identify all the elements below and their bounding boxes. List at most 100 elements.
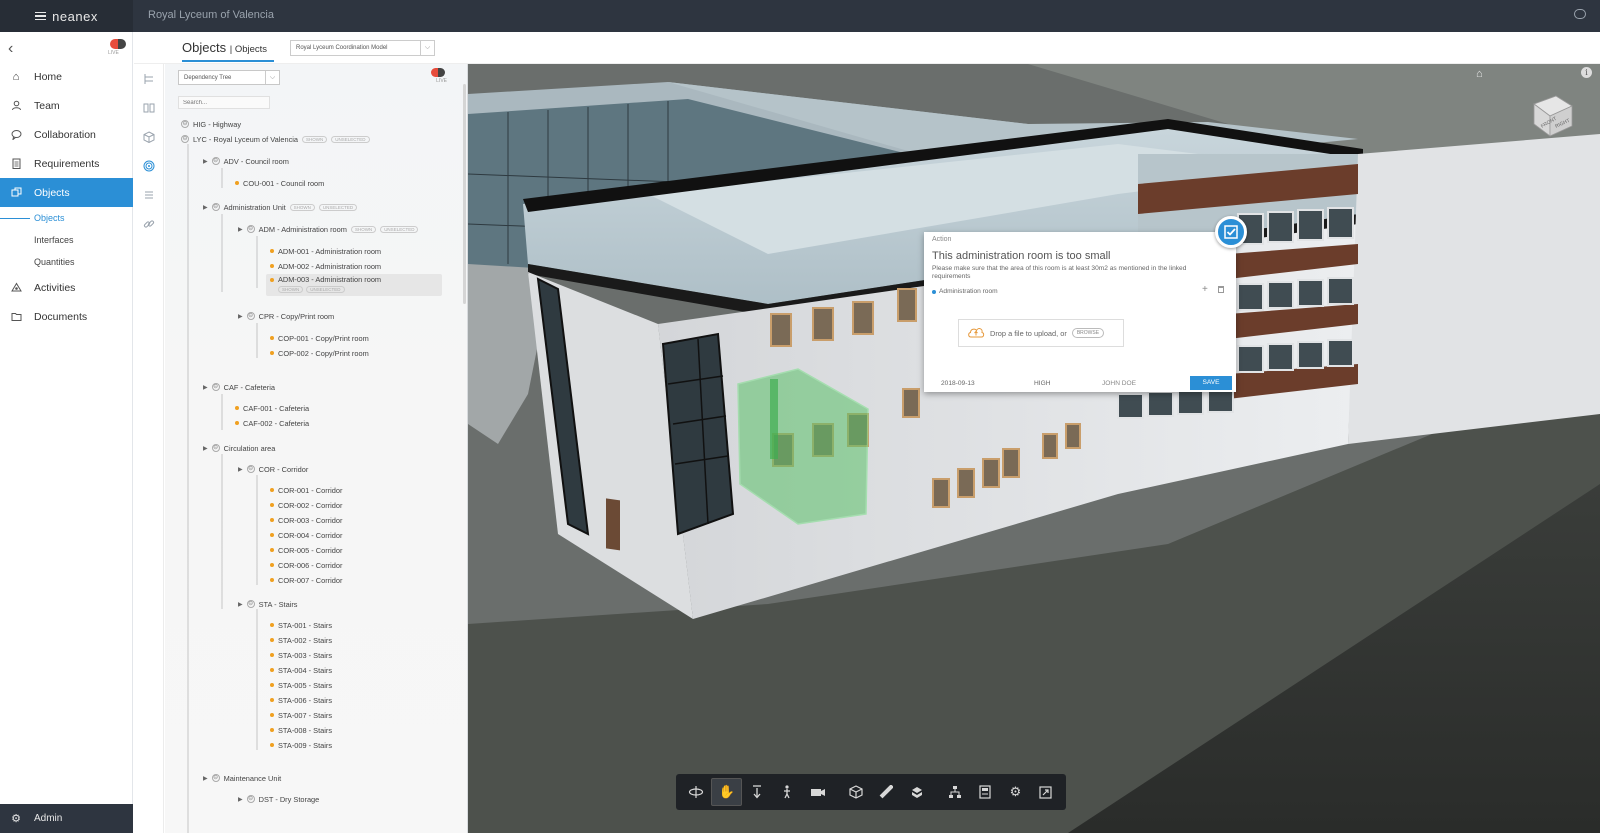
tree-node[interactable]: ▶ ⊖ Circulation area bbox=[203, 442, 275, 454]
pan-hand-icon[interactable]: ✋ bbox=[711, 778, 742, 806]
due-date[interactable]: 2018-09-13 bbox=[941, 380, 975, 387]
add-link-icon[interactable]: + bbox=[1202, 284, 1208, 295]
collapse-icon[interactable]: ⊖ bbox=[211, 774, 220, 782]
properties-icon[interactable] bbox=[970, 778, 1000, 806]
nav-item-collaboration[interactable]: Collaboration bbox=[0, 120, 133, 149]
tree-node[interactable]: ▶ ⊖ CAF - Cafeteria bbox=[203, 381, 275, 393]
tree-leaf[interactable]: STA-004 - Stairs bbox=[270, 664, 332, 676]
expand-arrow-icon[interactable]: ▶ bbox=[203, 445, 208, 452]
tree-node[interactable]: ▶ ⊖ ADV - Council room bbox=[203, 155, 289, 167]
collapse-icon[interactable]: ⊖ bbox=[246, 465, 255, 473]
columns-icon[interactable] bbox=[134, 93, 164, 122]
action-card-title[interactable]: This administration room is too small bbox=[932, 250, 1111, 262]
list-icon[interactable] bbox=[134, 180, 164, 209]
tree-node[interactable]: ▶ ⊖ Maintenance Unit bbox=[203, 772, 281, 784]
link-icon[interactable] bbox=[134, 209, 164, 238]
tree-leaf[interactable]: ADM-002 - Administration room bbox=[270, 260, 381, 272]
nav-item-home[interactable]: ⌂ Home bbox=[0, 62, 133, 91]
measure-ruler-icon[interactable] bbox=[871, 778, 901, 806]
nav-item-objects[interactable]: Objects bbox=[0, 178, 133, 207]
expand-arrow-icon[interactable]: ▶ bbox=[238, 226, 243, 233]
zoom-down-icon[interactable] bbox=[742, 778, 772, 806]
live-toggle[interactable] bbox=[110, 39, 126, 49]
tree-leaf[interactable]: COR-003 - Corridor bbox=[270, 514, 342, 526]
collapse-icon[interactable]: ⊖ bbox=[181, 135, 189, 143]
info-icon[interactable]: i bbox=[1581, 67, 1592, 78]
tree-leaf[interactable]: STA-003 - Stairs bbox=[270, 649, 332, 661]
collapse-icon[interactable]: ⊖ bbox=[181, 120, 189, 128]
tree-leaf[interactable]: STA-009 - Stairs bbox=[270, 739, 332, 751]
tree-node[interactable]: ▶ ⊖ Administration Unit SHOWN UNSELECTED bbox=[203, 201, 358, 213]
nav-item-documents[interactable]: Documents bbox=[0, 302, 133, 331]
walk-person-icon[interactable] bbox=[772, 778, 802, 806]
collapse-icon[interactable]: ⊖ bbox=[246, 600, 255, 608]
nav-item-requirements[interactable]: Requirements bbox=[0, 149, 133, 178]
priority[interactable]: HIGH bbox=[1034, 380, 1050, 387]
tree-leaf[interactable]: COP-001 - Copy/Print room bbox=[270, 332, 369, 344]
tree-leaf[interactable]: STA-008 - Stairs bbox=[270, 724, 332, 736]
nav-item-team[interactable]: Team bbox=[0, 91, 133, 120]
model-select[interactable]: Royal Lyceum Coordination Model ⌵ bbox=[290, 40, 435, 56]
tree-node[interactable]: ▶ ⊖ STA - Stairs bbox=[238, 598, 298, 610]
action-card-description[interactable]: Please make sure that the area of this r… bbox=[932, 265, 1222, 281]
expand-arrow-icon[interactable]: ▶ bbox=[203, 158, 208, 165]
tree-leaf[interactable]: STA-005 - Stairs bbox=[270, 679, 332, 691]
fullscreen-icon[interactable] bbox=[1031, 778, 1061, 806]
hierarchy-icon[interactable] bbox=[134, 64, 164, 93]
subnav-item-objects[interactable]: Objects bbox=[0, 207, 133, 229]
tree-node[interactable]: ⊖ HIG - Highway bbox=[181, 118, 241, 130]
orbit-icon[interactable] bbox=[681, 778, 711, 806]
collapse-icon[interactable]: ⊖ bbox=[246, 795, 255, 803]
tree-leaf[interactable]: STA-002 - Stairs bbox=[270, 634, 332, 646]
expand-arrow-icon[interactable]: ▶ bbox=[238, 313, 243, 320]
expand-arrow-icon[interactable]: ▶ bbox=[238, 466, 243, 473]
linked-object[interactable]: Administration room bbox=[932, 288, 998, 295]
tree-node[interactable]: ▶ ⊖ DST - Dry Storage bbox=[238, 793, 319, 805]
expand-arrow-icon[interactable]: ▶ bbox=[203, 775, 208, 782]
subnav-item-interfaces[interactable]: Interfaces bbox=[0, 229, 133, 251]
collapse-icon[interactable]: ⊖ bbox=[211, 444, 220, 452]
expand-arrow-icon[interactable]: ▶ bbox=[203, 204, 208, 211]
trash-icon[interactable] bbox=[1218, 286, 1224, 293]
save-button[interactable]: SAVE bbox=[1190, 376, 1232, 390]
tree-node[interactable]: ▶ ⊖ ADM - Administration room SHOWN UNSELECT… bbox=[238, 223, 419, 235]
menu-icon[interactable] bbox=[35, 10, 47, 23]
file-upload-dropzone[interactable]: Drop a file to upload, or BROWSE bbox=[958, 319, 1124, 347]
chat-icon[interactable] bbox=[1574, 9, 1586, 19]
model-tree-icon[interactable] bbox=[940, 778, 970, 806]
box-icon[interactable] bbox=[134, 122, 164, 151]
tree-node[interactable]: ▶ ⊖ CPR - Copy/Print room bbox=[238, 310, 334, 322]
building-3d-render[interactable] bbox=[468, 64, 1600, 833]
tree-leaf[interactable]: COR-007 - Corridor bbox=[270, 574, 342, 586]
model-viewport[interactable]: ⌂ i FRONT RIGHT bbox=[468, 64, 1600, 833]
tree-leaf[interactable]: COR-001 - Corridor bbox=[270, 484, 342, 496]
tree-leaf[interactable]: STA-006 - Stairs bbox=[270, 694, 332, 706]
expand-arrow-icon[interactable]: ▶ bbox=[238, 796, 243, 803]
nav-item-activities[interactable]: Activities bbox=[0, 273, 133, 302]
browse-button[interactable]: BROWSE bbox=[1071, 328, 1105, 338]
subnav-item-quantities[interactable]: Quantities bbox=[0, 251, 133, 273]
tree-leaf-selected[interactable]: ADM-003 - Administration room SHOWN UNSELE… bbox=[266, 274, 442, 296]
tree-leaf[interactable]: COR-004 - Corridor bbox=[270, 529, 342, 541]
camera-icon[interactable] bbox=[802, 778, 832, 806]
admin-menu[interactable]: ⚙ Admin bbox=[0, 804, 133, 833]
tree-leaf[interactable]: COR-006 - Corridor bbox=[270, 559, 342, 571]
tree-leaf[interactable]: COP-002 - Copy/Print room bbox=[270, 347, 369, 359]
checkbox-badge-icon[interactable] bbox=[1215, 216, 1247, 248]
tree-node[interactable]: ▶ ⊖ COR - Corridor bbox=[238, 463, 308, 475]
tree-leaf[interactable]: COU-001 - Council room bbox=[235, 177, 324, 189]
collapse-icon[interactable]: ⊖ bbox=[246, 225, 255, 233]
expand-arrow-icon[interactable]: ▶ bbox=[238, 601, 243, 608]
tree-leaf[interactable]: STA-001 - Stairs bbox=[270, 619, 332, 631]
back-arrow-icon[interactable]: ‹ bbox=[8, 40, 13, 58]
tree-leaf[interactable]: CAF-002 - Cafeteria bbox=[235, 417, 309, 429]
view-cube[interactable]: FRONT RIGHT bbox=[1528, 90, 1576, 138]
tree-leaf[interactable]: COR-002 - Corridor bbox=[270, 499, 342, 511]
tree-leaf[interactable]: CAF-001 - Cafeteria bbox=[235, 402, 309, 414]
assignee[interactable]: JOHN DOE bbox=[1102, 380, 1136, 387]
brand[interactable]: neanex bbox=[0, 0, 133, 32]
collapse-icon[interactable]: ⊖ bbox=[211, 157, 220, 165]
tree-leaf[interactable]: COR-005 - Corridor bbox=[270, 544, 342, 556]
tree-leaf[interactable]: STA-007 - Stairs bbox=[270, 709, 332, 721]
collapse-icon[interactable]: ⊖ bbox=[211, 203, 220, 211]
